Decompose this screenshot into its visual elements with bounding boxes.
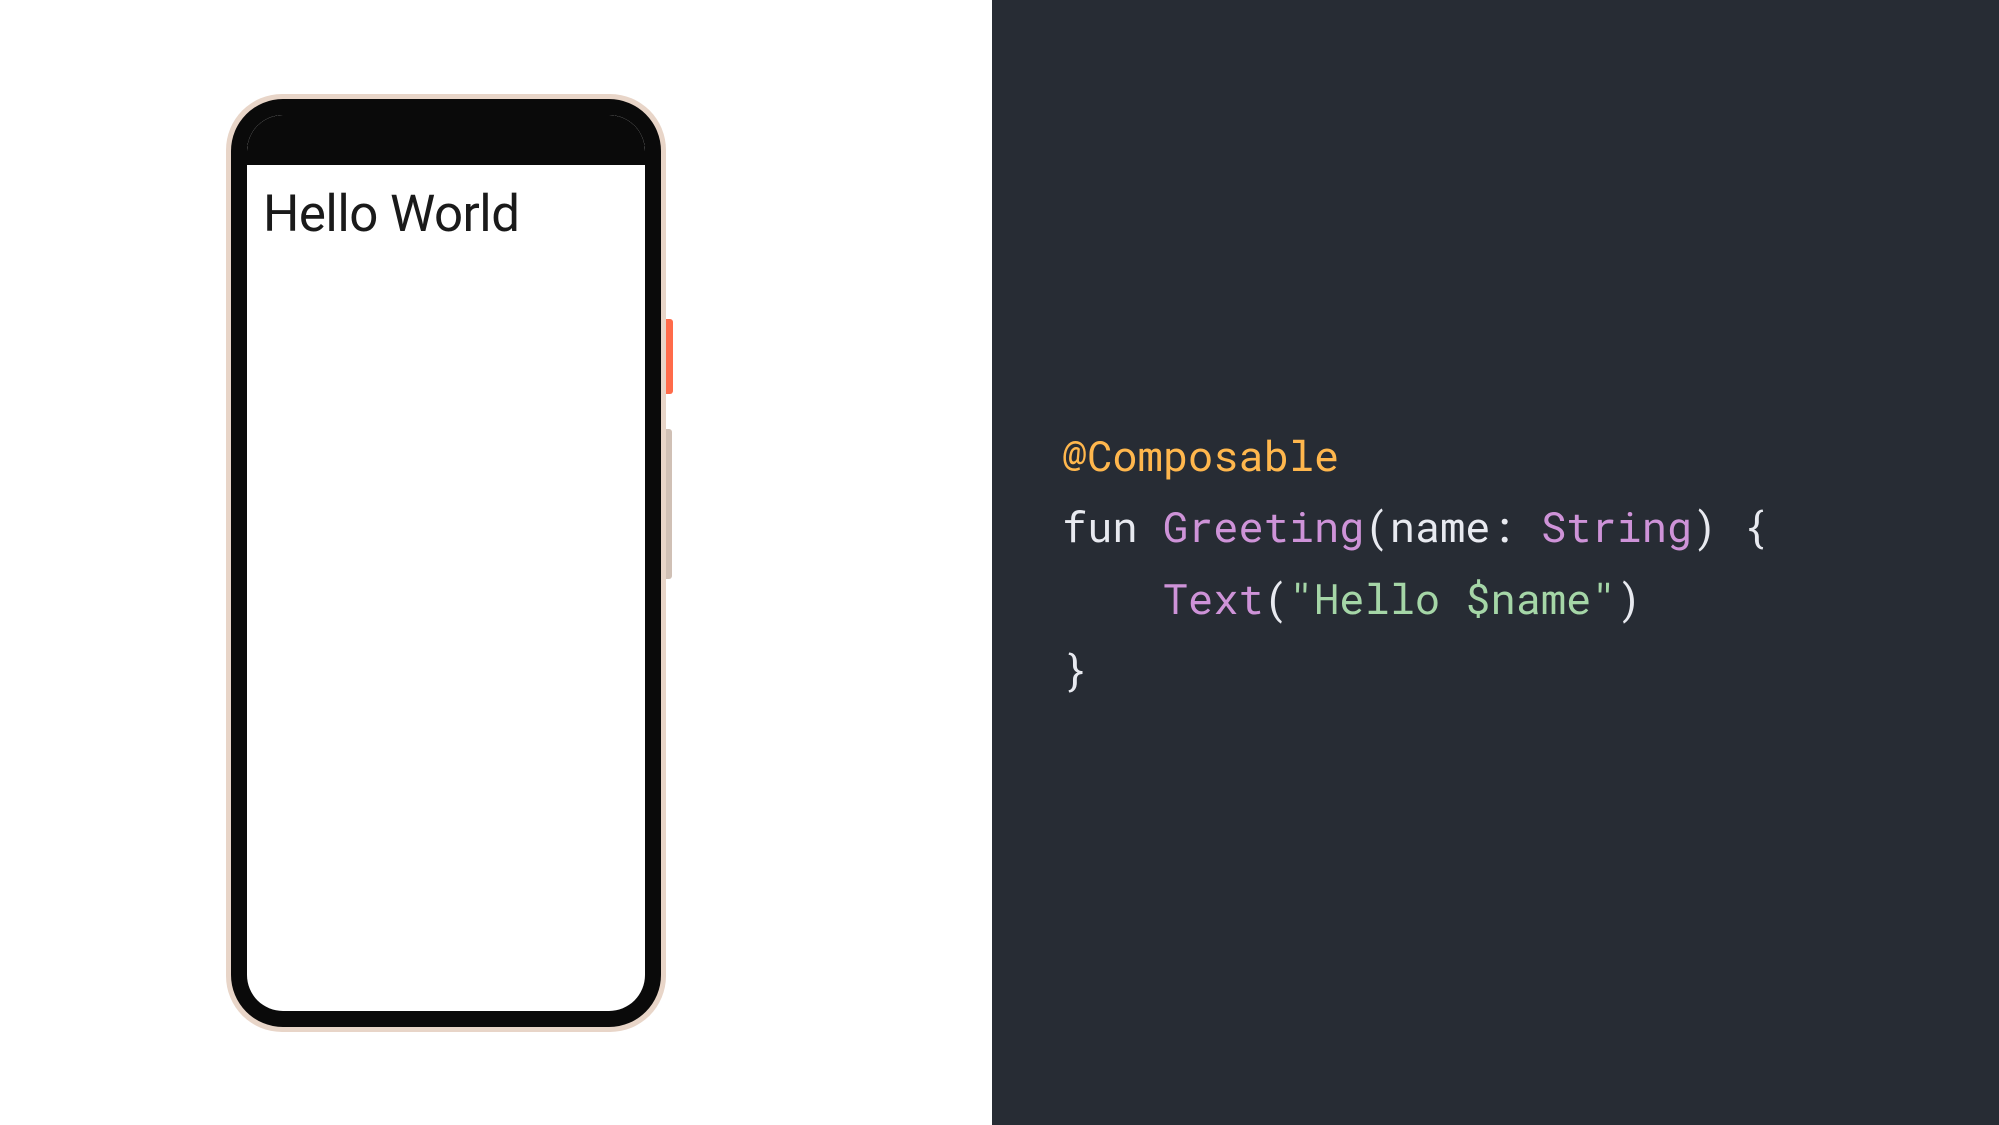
brace-token: { xyxy=(1717,499,1767,554)
paren-token: ) xyxy=(1617,571,1642,626)
param-token: name xyxy=(1390,499,1491,554)
phone-bezel: Hello World xyxy=(231,99,661,1027)
preview-panel: Hello World xyxy=(0,0,992,1125)
call-token: Text xyxy=(1163,571,1264,626)
phone-mockup: Hello World xyxy=(226,94,666,1032)
keyword-token: fun xyxy=(1062,499,1163,554)
paren-token: ( xyxy=(1264,571,1289,626)
status-bar-area xyxy=(247,115,645,165)
brace-token: } xyxy=(1062,642,1087,697)
colon-token: : xyxy=(1491,499,1541,554)
paren-token: ( xyxy=(1364,499,1389,554)
type-token: String xyxy=(1541,499,1692,554)
string-token: "Hello $name" xyxy=(1289,571,1617,626)
volume-button xyxy=(666,429,672,579)
app-content: Hello World xyxy=(247,165,645,264)
power-button xyxy=(666,319,673,394)
greeting-text: Hello World xyxy=(263,185,629,244)
function-name-token: Greeting xyxy=(1163,499,1365,554)
phone-screen: Hello World xyxy=(247,115,645,1011)
code-snippet: @Composable fun Greeting(name: String) {… xyxy=(1062,420,1768,706)
paren-token: ) xyxy=(1692,499,1717,554)
code-panel: @Composable fun Greeting(name: String) {… xyxy=(992,0,1999,1125)
indent xyxy=(1062,571,1163,626)
annotation-token: @Composable xyxy=(1062,428,1339,483)
